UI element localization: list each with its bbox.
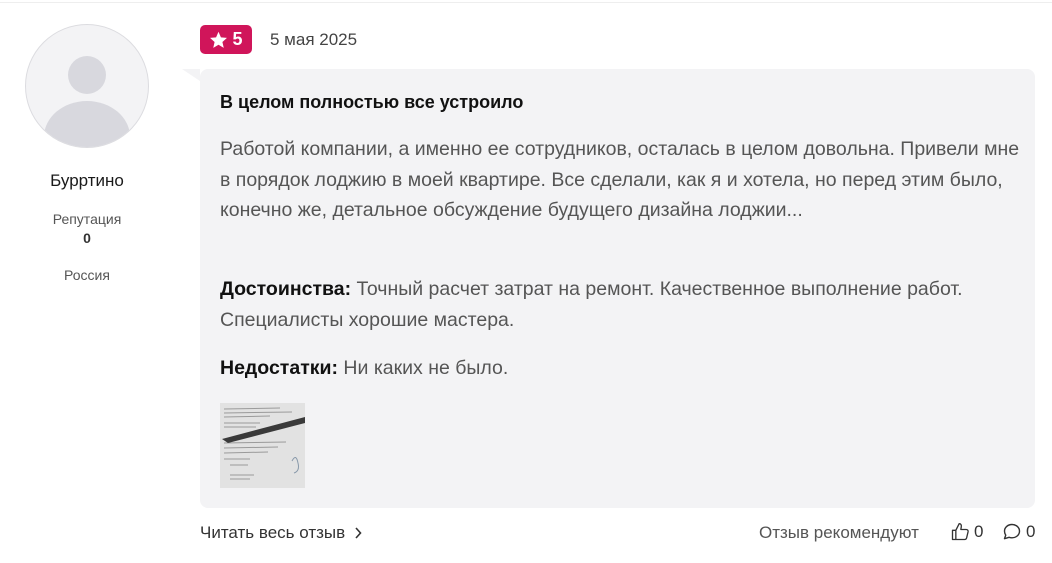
comments-count: 0 bbox=[1026, 522, 1036, 541]
review-pros: Достоинства: Точный расчет затрат на рем… bbox=[220, 274, 1020, 336]
review-date: 5 мая 2025 bbox=[270, 30, 358, 49]
reputation-value: 0 bbox=[83, 230, 91, 246]
star-icon bbox=[210, 31, 228, 48]
read-full-review-link[interactable]: Читать весь отзыв bbox=[200, 523, 362, 543]
recommend-label: Отзыв рекомендуют bbox=[759, 523, 919, 542]
review-photo-thumbnail[interactable] bbox=[220, 403, 305, 488]
comments-button[interactable]: 0 bbox=[1002, 522, 1035, 542]
top-divider bbox=[0, 2, 1052, 3]
rating-badge: 5 bbox=[200, 25, 252, 54]
review-text: Работой компании, а именно ее сотруднико… bbox=[220, 138, 1020, 221]
avatar[interactable] bbox=[25, 24, 149, 148]
cons-text: Ни каких не было. bbox=[343, 357, 509, 379]
pros-label: Достоинства: bbox=[220, 278, 352, 300]
user-name[interactable]: Бурртино bbox=[0, 171, 174, 191]
cons-label: Недостатки: bbox=[220, 357, 338, 379]
review-cons: Недостатки: Ни каких не было. bbox=[220, 353, 1020, 384]
chevron-right-icon bbox=[355, 527, 362, 539]
reputation-label: Репутация bbox=[52, 211, 122, 227]
user-country: Россия bbox=[64, 267, 110, 283]
thumbs-up-icon bbox=[951, 523, 969, 541]
like-button[interactable]: 0 bbox=[950, 522, 983, 542]
comment-icon bbox=[1003, 523, 1021, 540]
bubble-tail bbox=[182, 69, 200, 81]
rating-value: 5 bbox=[232, 29, 243, 49]
likes-count: 0 bbox=[974, 522, 984, 541]
read-more-label: Читать весь отзыв bbox=[200, 523, 346, 542]
review-title[interactable]: В целом полностью все устроило bbox=[220, 92, 523, 113]
